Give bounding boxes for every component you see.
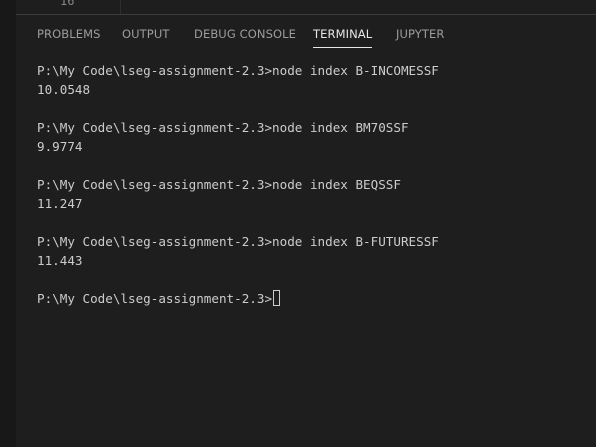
terminal-result: 11.247 <box>37 196 83 211</box>
terminal-command: node index B-INCOMESSF <box>272 63 439 78</box>
terminal-command-line: P:\My Code\lseg-assignment-2.3>node inde… <box>37 175 592 194</box>
terminal-output[interactable]: P:\My Code\lseg-assignment-2.3>node inde… <box>37 61 592 308</box>
terminal-prompt: P:\My Code\lseg-assignment-2.3> <box>37 234 273 249</box>
terminal-active-line[interactable]: P:\My Code\lseg-assignment-2.3> <box>37 289 592 308</box>
tab-output[interactable]: OUTPUT <box>122 27 169 41</box>
terminal-prompt: P:\My Code\lseg-assignment-2.3> <box>37 63 273 78</box>
tab-problems[interactable]: PROBLEMS <box>37 27 101 41</box>
terminal-command-line: P:\My Code\lseg-assignment-2.3>node inde… <box>37 232 592 251</box>
terminal-command-line: P:\My Code\lseg-assignment-2.3>node inde… <box>37 118 592 137</box>
bottom-panel: PROBLEMS OUTPUT DEBUG CONSOLE TERMINAL J… <box>16 15 596 447</box>
panel-tabs: PROBLEMS OUTPUT DEBUG CONSOLE TERMINAL J… <box>16 15 596 51</box>
terminal-command: node index BEQSSF <box>272 177 401 192</box>
editor-divider <box>120 0 121 14</box>
terminal-command: node index BM70SSF <box>272 120 409 135</box>
terminal-prompt: P:\My Code\lseg-assignment-2.3> <box>37 120 273 135</box>
terminal-prompt: P:\My Code\lseg-assignment-2.3> <box>37 291 273 306</box>
line-number: 16 <box>60 0 75 8</box>
terminal-result: 10.0548 <box>37 82 91 97</box>
terminal-command: node index B-FUTURESSF <box>272 234 439 249</box>
terminal-prompt: P:\My Code\lseg-assignment-2.3> <box>37 177 273 192</box>
activity-gutter <box>0 0 16 447</box>
tab-terminal[interactable]: TERMINAL <box>313 27 373 48</box>
terminal-command-line: P:\My Code\lseg-assignment-2.3>node inde… <box>37 61 592 80</box>
terminal-result: 9.9774 <box>37 139 83 154</box>
editor-area: 16 <box>16 0 596 15</box>
terminal-result: 11.443 <box>37 253 83 268</box>
terminal-cursor <box>273 290 281 306</box>
tab-debug-console[interactable]: DEBUG CONSOLE <box>194 27 296 41</box>
tab-jupyter[interactable]: JUPYTER <box>396 27 445 41</box>
